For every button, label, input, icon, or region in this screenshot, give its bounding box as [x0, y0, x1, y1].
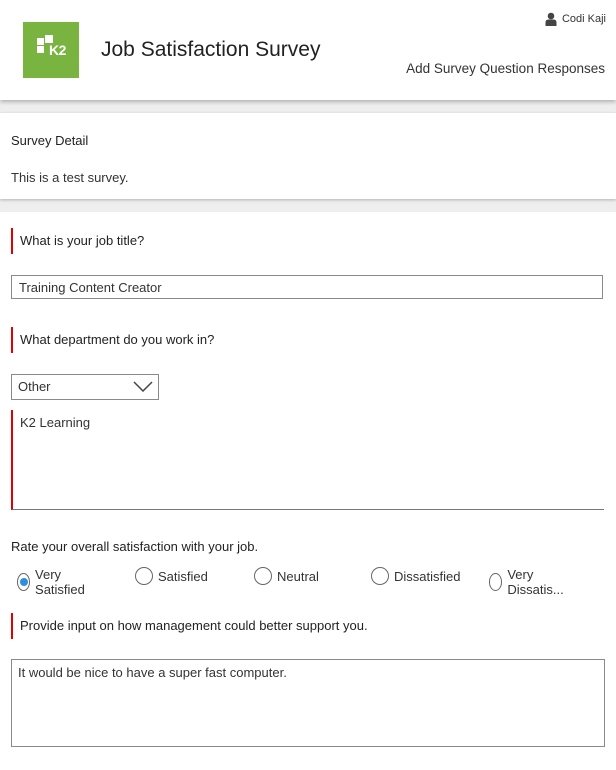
radio-unselected-icon: [371, 567, 389, 585]
logo-square-icon: [37, 38, 44, 45]
survey-description: This is a test survey.: [11, 170, 129, 185]
page-subtitle: Add Survey Question Responses: [406, 61, 605, 76]
management-input[interactable]: It would be nice to have a super fast co…: [11, 659, 605, 747]
survey-detail-section: Survey Detail This is a test survey.: [0, 113, 616, 199]
radio-label: Satisfied: [158, 568, 208, 584]
logo-text: K2: [49, 42, 66, 58]
radio-unselected-icon: [135, 567, 153, 585]
radio-dissatisfied[interactable]: Dissatisfied: [371, 567, 460, 585]
user-name: Codi Kaji: [561, 13, 606, 25]
job-title-input[interactable]: Training Content Creator: [11, 275, 603, 299]
logo-square-icon: [37, 46, 44, 53]
radio-selected-icon: [17, 573, 31, 591]
job-title-label: What is your job title?: [11, 228, 144, 254]
radio-very-dissatisfied[interactable]: Very Dissatis...: [489, 567, 568, 597]
user-icon: [545, 12, 557, 26]
satisfaction-label: Rate your overall satisfaction with your…: [11, 539, 259, 554]
section-divider: [0, 100, 616, 113]
radio-unselected-icon: [254, 567, 272, 585]
radio-neutral[interactable]: Neutral: [254, 567, 319, 585]
department-other-input[interactable]: K2 Learning: [11, 410, 604, 510]
department-selected-value: Other: [18, 379, 51, 394]
chevron-down-icon: [133, 381, 153, 392]
app-title: Job Satisfaction Survey: [101, 38, 321, 61]
user-menu[interactable]: Codi Kaji: [545, 12, 606, 26]
radio-label: Very Satisfied: [35, 567, 85, 597]
k2-logo: K2: [23, 22, 79, 78]
radio-label: Neutral: [277, 568, 319, 584]
department-select[interactable]: Other: [11, 374, 159, 400]
radio-very-satisfied[interactable]: Very Satisfied: [17, 567, 90, 597]
department-label: What department do you work in?: [11, 327, 214, 353]
survey-detail-heading: Survey Detail: [11, 133, 89, 148]
radio-unselected-icon: [489, 573, 503, 591]
management-label: Provide input on how management could be…: [11, 613, 368, 639]
section-divider: [0, 199, 616, 212]
radio-satisfied[interactable]: Satisfied: [135, 567, 208, 585]
radio-label: Dissatisfied: [394, 568, 461, 584]
radio-label: Very Dissatis...: [507, 567, 564, 597]
page-header: K2 Job Satisfaction Survey Codi Kaji Add…: [0, 0, 616, 100]
